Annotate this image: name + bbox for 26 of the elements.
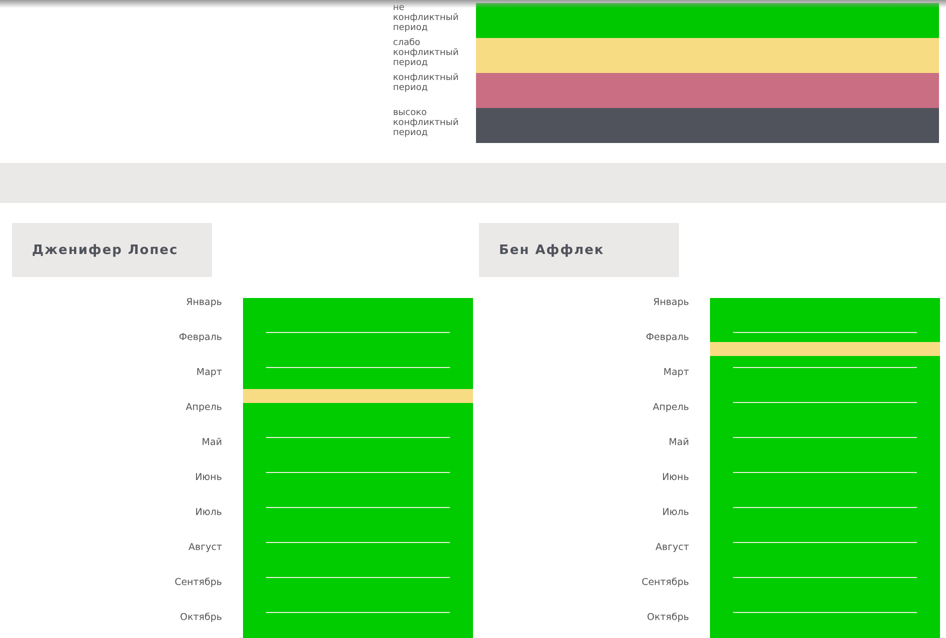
month-label: Март bbox=[195, 368, 222, 380]
month-label: Октябрь bbox=[179, 613, 222, 625]
month-label: Май bbox=[200, 438, 222, 450]
legend-label: не конфликтный период bbox=[393, 3, 460, 35]
month-label: Май bbox=[668, 438, 689, 450]
month-label: Февраль bbox=[178, 333, 222, 345]
legend-label: высоко конфликтный период bbox=[393, 108, 460, 140]
month-label: Август bbox=[188, 543, 222, 555]
legend-label: слабо конфликтный период bbox=[393, 38, 460, 70]
month-label: Февраль bbox=[644, 333, 689, 345]
month-label: Апрель bbox=[184, 403, 222, 415]
person-name: Бен Аффлек bbox=[499, 242, 604, 258]
month-label: Июль bbox=[194, 508, 222, 520]
month-label: Март bbox=[662, 368, 689, 380]
month-label: Январь bbox=[652, 298, 689, 310]
month-label: Июнь bbox=[661, 473, 689, 485]
month-label: Январь bbox=[185, 298, 222, 310]
month-label: Октябрь bbox=[646, 613, 689, 625]
month-label: Апрель bbox=[652, 403, 689, 415]
month-label: Август bbox=[654, 543, 689, 555]
month-label: Июнь bbox=[194, 473, 222, 485]
month-label: Июль bbox=[661, 508, 689, 520]
month-label: Сентябрь bbox=[640, 578, 689, 590]
month-label: Сентябрь bbox=[174, 578, 222, 590]
legend-label: конфликтный период bbox=[393, 73, 460, 95]
person-name: Дженифер Лопес bbox=[32, 242, 178, 258]
